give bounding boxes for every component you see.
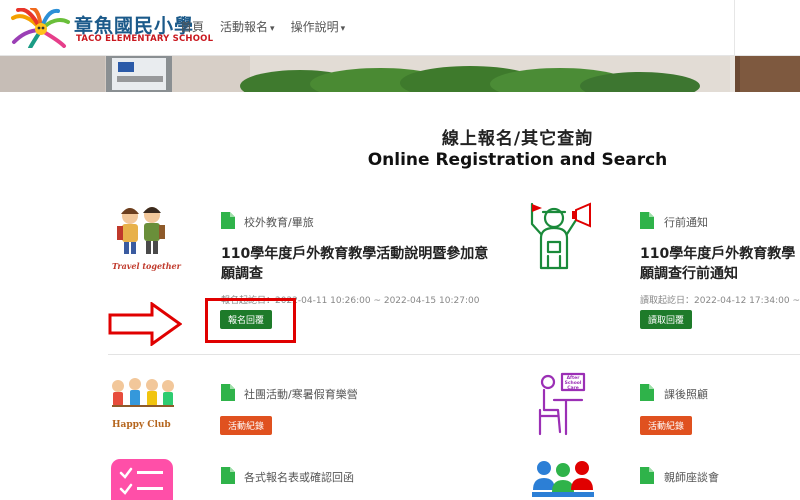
nav-item-instructions-label: 操作說明 xyxy=(290,20,339,34)
entry-title-line: 110學年度戶外教育教學活動說明暨參加意 xyxy=(221,246,489,262)
parent-teacher-meeting-illustration xyxy=(532,461,594,497)
document-icon xyxy=(640,467,654,484)
entry-title-outdoor-education[interactable]: 110學年度戶外教育教學活動說明暨參加意 願調查 xyxy=(221,244,488,284)
nav-item-event-registration[interactable]: 活動報名 ▾ xyxy=(220,18,275,35)
page: 章魚國民小學 TACO ELEMENTARY SCHOOL 首頁 活動報名 ▾ 操… xyxy=(0,0,800,500)
entry-title-line: 願調查 xyxy=(221,266,263,282)
banner-photo xyxy=(0,56,800,92)
read-date-range: 讀取起訖日：2022-04-12 17:34:00 ~ 2 xyxy=(640,296,800,306)
guide-with-megaphone-illustration xyxy=(530,202,591,270)
section-title-chinese: 線上報名/其它查詢 xyxy=(441,129,594,149)
section-title-english: Online Registration and Search xyxy=(367,150,668,170)
category-outdoor-education[interactable]: 校外教育/畢旅 xyxy=(244,214,314,230)
octopus-logo-icon[interactable] xyxy=(10,8,72,48)
nav-item-home-label: 首頁 xyxy=(180,20,205,34)
category-clubs-camps[interactable]: 社團活動/寒暑假育樂營 xyxy=(244,386,358,402)
document-icon xyxy=(640,384,654,401)
checklist-illustration xyxy=(111,459,173,500)
activity-record-button[interactable]: 活動紀錄 xyxy=(640,416,692,435)
chevron-down-icon: ▾ xyxy=(340,24,346,34)
entry-title-line: 110學年度戶外教育教學 xyxy=(640,246,796,262)
after-school-care-caption: After School Care xyxy=(564,376,582,391)
highlight-box xyxy=(205,298,296,343)
category-pre-trip-notice[interactable]: 行前通知 xyxy=(664,214,708,230)
red-arrow-annotation-icon xyxy=(108,302,182,346)
category-forms-confirmation[interactable]: 各式報名表或確認回函 xyxy=(244,469,354,485)
chevron-down-icon: ▾ xyxy=(270,24,275,34)
nav-item-home[interactable]: 首頁 xyxy=(180,18,204,35)
header-divider xyxy=(734,0,735,56)
banner-image xyxy=(0,56,800,92)
category-parent-teacher-conference[interactable]: 親師座談會 xyxy=(664,469,719,485)
entry-title-line: 願調查行前通知 xyxy=(640,266,738,282)
document-icon xyxy=(221,467,235,484)
section-divider xyxy=(108,354,800,355)
document-icon xyxy=(221,384,235,401)
happy-club-illustration xyxy=(112,378,174,407)
read-reply-button[interactable]: 讀取回覆 xyxy=(640,310,692,329)
document-icon xyxy=(640,212,654,229)
site-header: 章魚國民小學 TACO ELEMENTARY SCHOOL 首頁 活動報名 ▾ 操… xyxy=(0,0,800,56)
happy-club-caption: Happy Club xyxy=(112,420,171,430)
main-nav: 首頁 活動報名 ▾ 操作說明 ▾ xyxy=(180,18,345,35)
activity-record-button[interactable]: 活動紀錄 xyxy=(220,416,272,435)
school-name-english[interactable]: TACO ELEMENTARY SCHOOL xyxy=(76,34,213,44)
nav-item-instructions[interactable]: 操作說明 ▾ xyxy=(291,18,346,35)
travel-together-caption: Travel together xyxy=(112,261,181,271)
document-icon xyxy=(221,212,235,229)
entry-title-pre-trip-notice[interactable]: 110學年度戶外教育教學 願調查行前通知 xyxy=(640,244,795,284)
nav-item-event-registration-label: 活動報名 xyxy=(220,20,269,34)
category-after-school-care[interactable]: 課後照顧 xyxy=(664,386,708,402)
